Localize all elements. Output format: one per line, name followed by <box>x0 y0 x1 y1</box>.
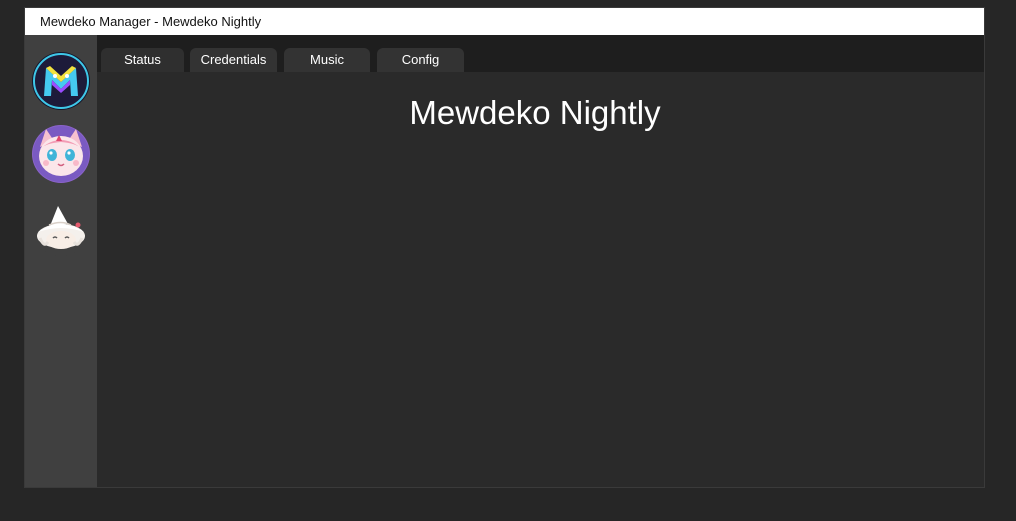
status-panel: Mewdeko Nightly <box>97 72 984 487</box>
window-titlebar[interactable]: Mewdeko Manager - Mewdeko Nightly <box>25 8 984 35</box>
bot-avatar-pink-cat-icon[interactable] <box>32 125 90 183</box>
tab-bar: Status Credentials Music Config <box>97 35 984 72</box>
tab-status[interactable]: Status <box>101 48 184 72</box>
tab-credentials[interactable]: Credentials <box>190 48 277 72</box>
tab-config[interactable]: Config <box>377 48 464 72</box>
bot-sidebar <box>25 35 97 487</box>
tab-music[interactable]: Music <box>284 48 370 72</box>
window-title: Mewdeko Manager - Mewdeko Nightly <box>40 14 262 29</box>
app-window: Mewdeko Manager - Mewdeko Nightly Status… <box>25 8 984 487</box>
bot-avatar-white-hat-icon[interactable] <box>32 198 90 256</box>
bot-name-heading: Mewdeko Nightly <box>409 94 661 131</box>
bot-avatar-mewdeko-icon[interactable] <box>32 52 90 110</box>
